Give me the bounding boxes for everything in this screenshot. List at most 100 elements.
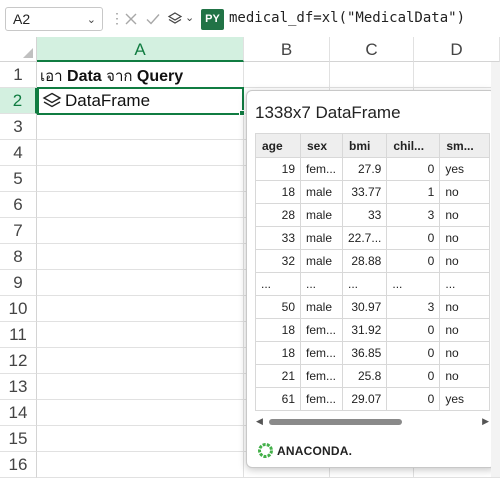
table-cell: no (439, 295, 491, 319)
table-cell: 50 (255, 295, 301, 319)
table-row: 18 fem... 36.85 0 no (255, 341, 491, 365)
table-cell: 33.77 (341, 180, 388, 204)
table-cell: 33 (255, 226, 301, 250)
python-badge: PY (201, 9, 224, 30)
enter-check-icon[interactable] (145, 11, 161, 27)
row-header-1[interactable]: 1 (0, 62, 37, 88)
cell-a2-value: DataFrame (65, 91, 151, 110)
fill-handle[interactable] (239, 110, 245, 116)
python-output-layers-icon[interactable] (167, 11, 183, 27)
row-header-5[interactable]: 5 (0, 166, 37, 192)
table-cell: fem... (300, 364, 343, 388)
table-cell: male (300, 295, 343, 319)
row-header-9[interactable]: 9 (0, 270, 37, 296)
table-row: ............... (255, 272, 491, 296)
table-row: 18 fem... 31.92 0 no (255, 318, 491, 342)
vertical-scrollbar[interactable] (491, 62, 500, 477)
row-header-16[interactable]: 16 (0, 452, 37, 478)
table-cell: fem... (300, 157, 343, 181)
name-box-value: A2 (13, 11, 31, 27)
table-row: 33 male 22.7... 0 no (255, 226, 491, 250)
separator-dots-icon: ⋮ (110, 10, 124, 26)
row-header-4[interactable]: 4 (0, 140, 37, 166)
card-title: 1338x7 DataFrame (255, 103, 401, 122)
row-header-10[interactable]: 10 (0, 296, 37, 322)
table-cell: 19 (255, 157, 301, 181)
row-header-6[interactable]: 6 (0, 192, 37, 218)
anaconda-brand-text: ANACONDA. (277, 444, 353, 458)
row-header-12[interactable]: 12 (0, 348, 37, 374)
table-cell: male (300, 249, 343, 273)
table-cell: ... (341, 272, 388, 296)
column-header-b[interactable]: B (244, 37, 330, 62)
row-header-7[interactable]: 7 (0, 218, 37, 244)
table-row: 28 male 33 3 no (255, 203, 491, 227)
column-header: sm... (439, 133, 491, 158)
table-cell: no (439, 226, 491, 250)
table-cell: no (439, 203, 491, 227)
table-cell: yes (439, 387, 491, 411)
column-header-d[interactable]: D (414, 37, 500, 62)
table-cell: 0 (386, 364, 441, 388)
table-cell: 22.7... (341, 226, 388, 250)
row-header-13[interactable]: 13 (0, 374, 37, 400)
table-row: 50 male 30.97 3 no (255, 295, 491, 319)
horizontal-scrollbar[interactable]: ◀ ▶ (255, 414, 491, 430)
formula-bar: A2 ⌄ ⋮ ⌄ PY medical_df=xl("MedicalData") (0, 0, 500, 37)
table-cell: ... (255, 272, 301, 296)
scrollbar-thumb[interactable] (269, 419, 402, 425)
scroll-left-icon[interactable]: ◀ (256, 416, 263, 427)
column-header: age (255, 133, 301, 158)
table-cell: 3 (386, 295, 441, 319)
row-header-11[interactable]: 11 (0, 322, 37, 348)
column-header: sex (300, 133, 343, 158)
table-cell: 36.85 (341, 341, 388, 365)
table-cell: 21 (255, 364, 301, 388)
table-cell: fem... (300, 318, 343, 342)
table-row: 19 fem... 27.9 0 yes (255, 157, 491, 181)
chevron-down-icon[interactable]: ⌄ (185, 11, 194, 24)
cell-a1-text-1: เอา (40, 68, 63, 85)
table-cell: ... (300, 272, 343, 296)
table-cell: 28.88 (341, 249, 388, 273)
column-header-c[interactable]: C (330, 37, 414, 62)
scroll-right-icon[interactable]: ▶ (482, 416, 489, 427)
formula-input[interactable]: medical_df=xl("MedicalData") (229, 10, 465, 26)
table-cell: 0 (386, 387, 441, 411)
anaconda-ring-icon (258, 443, 273, 458)
table-cell: 30.97 (341, 295, 388, 319)
table-cell: 29.07 (341, 387, 388, 411)
row-header-14[interactable]: 14 (0, 400, 37, 426)
table-cell: 27.9 (341, 157, 388, 181)
table-cell: 18 (255, 341, 301, 365)
table-cell: 32 (255, 249, 301, 273)
cancel-icon[interactable] (123, 11, 139, 27)
row-header-8[interactable]: 8 (0, 244, 37, 270)
table-row: 32 male 28.88 0 no (255, 249, 491, 273)
table-cell: 18 (255, 180, 301, 204)
table-cell: yes (439, 157, 491, 181)
table-cell: male (300, 226, 343, 250)
name-box[interactable]: A2 ⌄ (5, 7, 103, 31)
table-row: 61 fem... 29.07 0 yes (255, 387, 491, 411)
column-header: bmi (341, 133, 388, 158)
select-all-corner[interactable] (0, 37, 37, 62)
cell-a1[interactable]: เอา Data จาก Query (40, 64, 183, 88)
dataframe-layers-icon[interactable] (42, 92, 62, 110)
table-cell: 33 (341, 203, 388, 227)
table-cell: 0 (386, 249, 441, 273)
table-cell: no (439, 180, 491, 204)
table-cell: no (439, 364, 491, 388)
table-cell: 0 (386, 318, 441, 342)
row-header-15[interactable]: 15 (0, 426, 37, 452)
table-cell: fem... (300, 387, 343, 411)
column-header-a[interactable]: A (37, 37, 244, 62)
table-row: 21 fem... 25.8 0 no (255, 364, 491, 388)
row-header-2[interactable]: 2 (0, 88, 37, 114)
table-cell: no (439, 318, 491, 342)
table-cell: no (439, 341, 491, 365)
chevron-down-icon[interactable]: ⌄ (87, 13, 96, 26)
table-cell: fem... (300, 341, 343, 365)
cell-a1-text-4: Query (136, 68, 184, 85)
row-header-3[interactable]: 3 (0, 114, 37, 140)
